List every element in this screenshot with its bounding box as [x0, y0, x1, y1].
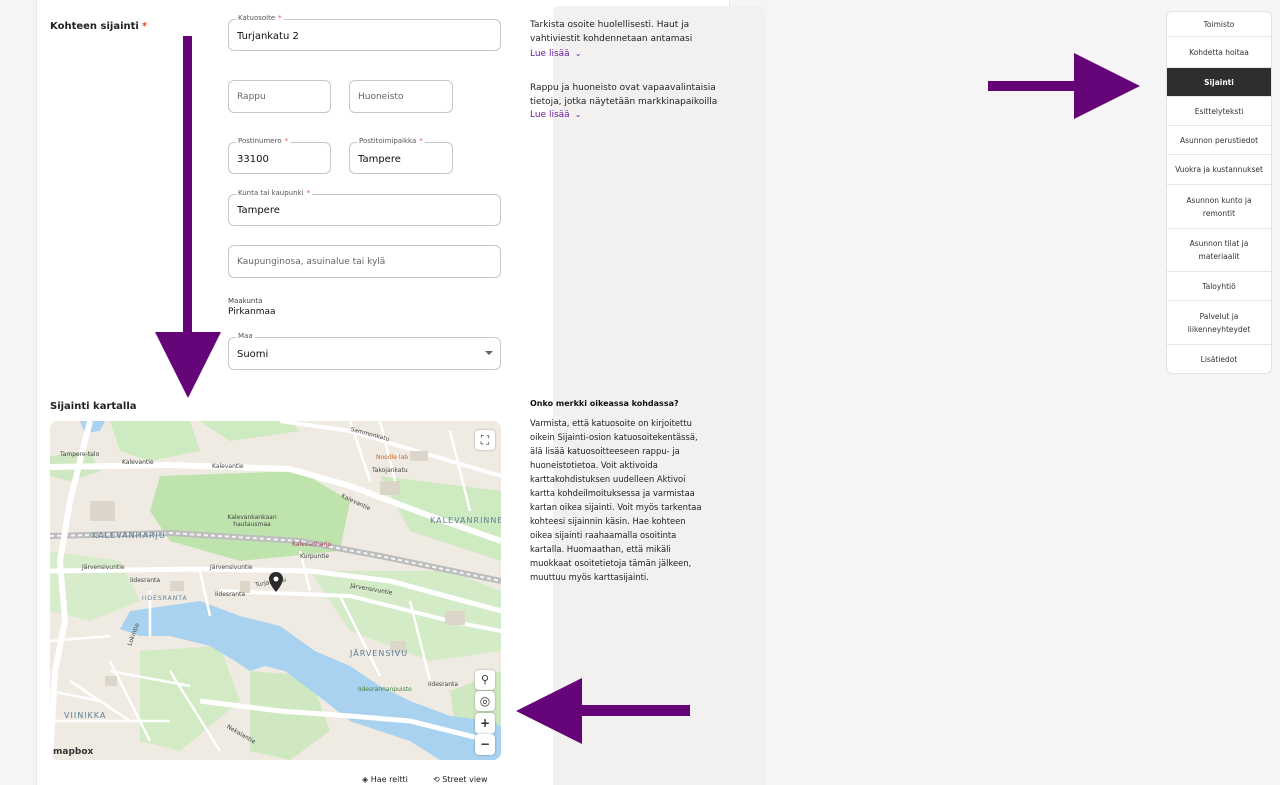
street-view-icon: ⟲	[433, 775, 440, 784]
country-label: Maa	[236, 332, 255, 340]
location-label-text: Kohteen sijainti	[50, 21, 139, 32]
nav-item-lisatiedot[interactable]: Lisätiedot	[1167, 345, 1271, 373]
read-more-label: Lue lisää	[530, 49, 570, 59]
postal-city-value: Tampere	[358, 154, 401, 165]
nav-item-esittelyteksti[interactable]: Esittelyteksti	[1167, 97, 1271, 126]
municipality-field[interactable]: Kunta tai kaupunki * Tampere	[228, 189, 501, 226]
street-view-label: Street view	[442, 775, 488, 784]
nav-item-toimisto[interactable]: Toimisto	[1167, 12, 1271, 37]
read-more-address-link[interactable]: Lue lisää ⌄	[530, 49, 581, 59]
dropdown-caret-icon	[485, 351, 493, 355]
nav-item-tilat[interactable]: Asunnon tilat ja materiaalit	[1167, 229, 1271, 272]
street-value: Turjankatu 2	[237, 31, 299, 42]
zoom-out-icon[interactable]: −	[475, 734, 495, 755]
map-label: Takojankatu	[372, 467, 408, 474]
fullscreen-icon[interactable]: ⛶	[475, 430, 495, 450]
map-label: Iidesranta	[215, 591, 246, 598]
postal-code-value: 33100	[237, 154, 269, 165]
location-section-label: Kohteen sijainti *	[50, 21, 147, 32]
postal-city-label: Postitoimipaikka *	[357, 137, 425, 145]
map-label: Järvensivuntie	[210, 564, 253, 571]
map-help-title: Onko merkki oikeassa kohdassa?	[530, 399, 679, 408]
stairwell-field[interactable]: Rappu	[228, 80, 331, 113]
municipality-label: Kunta tai kaupunki *	[236, 189, 313, 197]
read-more-label: Lue lisää	[530, 110, 570, 120]
street-label: Katuosoite *	[236, 14, 284, 22]
region-label: Maakunta	[228, 297, 263, 305]
locate-icon[interactable]: ◎	[475, 691, 495, 711]
map-section-label: Sijainti kartalla	[50, 401, 137, 412]
apartment-field[interactable]: Huoneisto	[349, 80, 453, 113]
route-link[interactable]: ◈ Hae reitti	[362, 775, 408, 784]
district-placeholder: Kaupunginosa, asuinalue tai kylä	[237, 257, 386, 267]
nav-item-vuokra[interactable]: Vuokra ja kustannukset	[1167, 155, 1271, 185]
map-district-label: JÄRVENSIVU	[350, 649, 409, 658]
street-field[interactable]: Katuosoite * Turjankatu 2	[228, 14, 501, 51]
map-marker-icon[interactable]	[269, 572, 283, 592]
required-mark: *	[141, 21, 148, 32]
map-district-label: KALEVANHARJU	[92, 531, 166, 540]
map-label: Järvensivuntie	[82, 564, 125, 571]
country-value: Suomi	[237, 349, 269, 360]
route-icon: ◈	[362, 775, 369, 784]
nav-item-kohdetta-hoitaa[interactable]: Kohdetta hoitaa	[1167, 37, 1271, 68]
zoom-in-icon[interactable]: +	[475, 713, 495, 734]
map-label: Kalevantie	[122, 459, 154, 466]
street-view-link[interactable]: ⟲ Street view	[433, 775, 488, 784]
municipality-value: Tampere	[237, 205, 280, 216]
address-help-text: Tarkista osoite huolellisesti. Haut ja v…	[530, 20, 693, 44]
postal-code-label: Postinumero *	[236, 137, 291, 145]
map-label: Kalevanharju	[292, 541, 332, 548]
map-label: Kalevantie	[212, 463, 244, 470]
nav-item-kunto[interactable]: Asunnon kunto ja remontit	[1167, 185, 1271, 229]
annotation-arrow-right-icon	[988, 53, 1140, 119]
nav-item-asunnon-perustiedot[interactable]: Asunnon perustiedot	[1167, 126, 1271, 155]
map-label: Iidesranta	[428, 681, 459, 688]
map-label: Iidesranta	[130, 577, 161, 584]
nav-item-palvelut[interactable]: Palvelut ja liikenneyhteydet	[1167, 301, 1271, 345]
section-nav: Toimisto Kohdetta hoitaa Sijainti Esitte…	[1166, 11, 1272, 374]
mapbox-attribution[interactable]: mapbox	[53, 747, 93, 757]
map-label: Tampere-talo	[60, 451, 100, 458]
country-select[interactable]: Maa Suomi	[228, 332, 501, 370]
map-district-label: KALEVANRINNE	[430, 516, 501, 525]
map-help-text: Varmista, että katuosoite on kirjoitettu…	[530, 418, 702, 582]
map-label: Kalevankankaan hautausmaa	[227, 514, 277, 528]
nav-item-taloyhtio[interactable]: Taloyhtiö	[1167, 272, 1271, 301]
apartment-placeholder: Huoneisto	[358, 92, 404, 102]
map-label: Iidesrannanpuisto	[358, 686, 412, 693]
help-column	[553, 6, 765, 785]
read-more-apartment-link[interactable]: Lue lisää ⌄	[530, 110, 581, 120]
apartment-help-text: Rappu ja huoneisto ovat vapaavalintaisia…	[530, 83, 718, 107]
chevron-down-icon: ⌄	[574, 49, 582, 58]
chevron-down-icon: ⌄	[574, 110, 582, 119]
map-district-label: VIINIKKA	[64, 711, 107, 720]
stairwell-placeholder: Rappu	[237, 92, 266, 102]
map-label: Kurpuntie	[300, 553, 330, 560]
location-map[interactable]: Kalevantie Kalevantie Kalevantie Tampere…	[50, 421, 501, 760]
postal-code-field[interactable]: Postinumero * 33100	[228, 137, 331, 174]
annotation-arrow-down-icon	[155, 36, 221, 398]
annotation-arrow-left-icon	[516, 678, 690, 744]
postal-city-field[interactable]: Postitoimipaikka * Tampere	[349, 137, 453, 174]
nav-item-sijainti[interactable]: Sijainti	[1167, 68, 1271, 97]
map-label: Noodle lab	[376, 454, 409, 461]
map-district-label: IIDESRANTA	[142, 595, 188, 602]
pin-icon[interactable]: ⚲	[475, 670, 495, 690]
region-value: Pirkanmaa	[228, 307, 276, 317]
route-label: Hae reitti	[370, 775, 408, 784]
district-field[interactable]: Kaupunginosa, asuinalue tai kylä	[228, 245, 501, 278]
